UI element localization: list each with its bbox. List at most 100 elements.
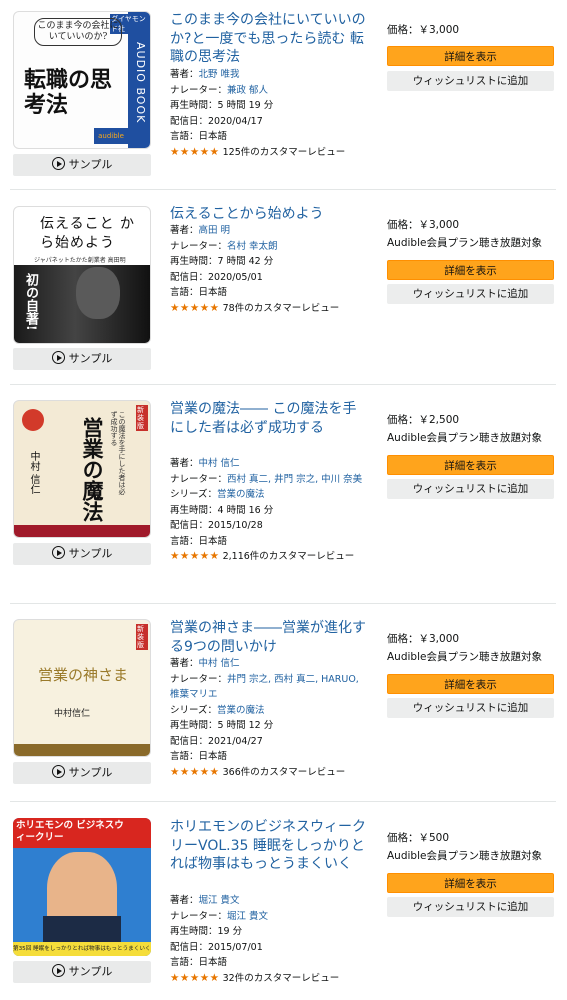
detail-button[interactable]: 詳細を表示 [387, 674, 554, 694]
runtime: 5 時間 12 分 [217, 720, 274, 731]
divider [10, 603, 556, 604]
cover-sub-text: この魔法を手にした者は必ず成功する [110, 411, 126, 495]
series-prefix: シリーズ： [170, 489, 218, 500]
play-icon [51, 964, 65, 977]
sample-button[interactable]: サンプル [13, 762, 151, 784]
book-meta: 著者：堀江 貴文 ナレーター：堀江 貴文 再生時間：19 分 配信日：2015/… [170, 893, 368, 986]
narrator-link[interactable]: 西村 真二, 井門 宗之, 中川 奈美 [227, 474, 362, 485]
cover-main-text: 営業の神さま [37, 666, 128, 684]
language-prefix: 言語： [170, 131, 199, 142]
release-date: 2020/05/01 [208, 271, 263, 283]
detail-button[interactable]: 詳細を表示 [387, 260, 554, 280]
price-value: ￥3,000 [418, 219, 460, 231]
play-icon [51, 765, 65, 778]
book-title[interactable]: 営業の魔法―― この魔法を手にした者は必ず成功する [170, 400, 366, 437]
runtime-prefix: 再生時間： [170, 926, 218, 937]
narrator-prefix: ナレーター： [170, 673, 228, 685]
book-meta: 著者：中村 信仁 ナレーター：西村 真二, 井門 宗之, 中川 奈美 シリーズ：… [170, 456, 368, 565]
star-rating-icon[interactable]: ★★★★★ [170, 302, 220, 314]
series-link[interactable]: 営業の魔法 [217, 489, 265, 500]
cover-sub-text: ジャパネットたかた創業者 高田明 [34, 257, 126, 264]
play-icon [51, 157, 65, 170]
narrator-link[interactable]: 名村 幸太朗 [227, 241, 278, 252]
language: 日本語 [198, 751, 228, 762]
price-value: ￥3,000 [418, 24, 460, 36]
review-count[interactable]: 78件のカスタマーレビュー [223, 303, 340, 314]
narrator-link[interactable]: 兼政 郁人 [227, 85, 268, 96]
price-prefix: 価格： [387, 219, 419, 231]
star-rating-icon[interactable]: ★★★★★ [170, 146, 220, 158]
author-link[interactable]: 中村 信仁 [199, 658, 240, 669]
runtime-prefix: 再生時間： [170, 504, 218, 516]
membership-note: Audible会員プラン聴き放題対象 [387, 651, 542, 663]
price: 価格：￥3,000 [387, 217, 459, 232]
detail-button[interactable]: 詳細を表示 [387, 455, 554, 475]
star-rating-icon[interactable]: ★★★★★ [170, 972, 220, 984]
wishlist-button[interactable]: ウィッシュリストに追加 [387, 284, 554, 304]
book-cover[interactable]: 新装版 営業の魔法 この魔法を手にした者は必ず成功する 中村 信仁 [13, 400, 151, 538]
runtime: 19 分 [217, 926, 243, 937]
book-cover[interactable]: 伝えること から始めよう ジャパネットたかた創業者 高田明 初の自著! [13, 206, 151, 344]
language: 日本語 [198, 535, 228, 547]
detail-button[interactable]: 詳細を表示 [387, 46, 554, 66]
narrator-link[interactable]: 堀江 貴文 [227, 911, 268, 922]
cover-author: 中村 信仁 [28, 451, 39, 495]
sample-label: サンプル [68, 766, 113, 779]
book-title[interactable]: 営業の神さま――営業が進化する9つの問いかけ [170, 619, 366, 656]
release-prefix: 配信日： [170, 115, 209, 127]
detail-button[interactable]: 詳細を表示 [387, 873, 554, 893]
book-meta: 著者：高田 明 ナレーター：名村 幸太朗 再生時間：7 時間 42 分 配信日：… [170, 223, 368, 316]
wishlist-button[interactable]: ウィッシュリストに追加 [387, 71, 554, 91]
release-prefix: 配信日： [170, 520, 209, 531]
membership-note: Audible会員プラン聴き放題対象 [387, 237, 542, 249]
cover-top-text: このまま今の会社にいていいのか? [34, 18, 122, 46]
author-prefix: 著者： [170, 658, 199, 669]
star-rating-icon[interactable]: ★★★★★ [170, 550, 220, 562]
book-title[interactable]: このまま今の会社にいていいのか?と一度でも思ったら読む 転職の思考法 [170, 11, 366, 67]
language-prefix: 言語： [170, 751, 199, 762]
price-value: ￥500 [418, 832, 450, 844]
wishlist-button[interactable]: ウィッシュリストに追加 [387, 698, 554, 718]
series-link[interactable]: 営業の魔法 [217, 705, 265, 716]
author-prefix: 著者： [170, 225, 199, 236]
runtime-prefix: 再生時間： [170, 256, 218, 267]
author-prefix: 著者： [170, 458, 199, 469]
divider [10, 384, 556, 385]
sample-label: サンプル [68, 965, 113, 978]
book-title[interactable]: ホリエモンのビジネスウィークリーVOL.35 睡眠をしっかりとれば物事はもっとう… [170, 818, 366, 874]
author-link[interactable]: 堀江 貴文 [199, 895, 240, 906]
sample-label: サンプル [68, 158, 113, 171]
divider [10, 189, 556, 190]
wishlist-button[interactable]: ウィッシュリストに追加 [387, 479, 554, 499]
price-prefix: 価格： [387, 414, 419, 426]
membership-note: Audible会員プラン聴き放題対象 [387, 850, 542, 862]
author-link[interactable]: 高田 明 [199, 225, 231, 236]
review-count[interactable]: 2,116件のカスタマーレビュー [223, 551, 355, 562]
language: 日本語 [198, 957, 228, 968]
runtime: 4 時間 16 分 [217, 504, 274, 516]
sample-button[interactable]: サンプル [13, 543, 151, 565]
book-cover[interactable]: 新装版 営業の神さま 中村信仁 [13, 619, 151, 757]
language: 日本語 [198, 131, 228, 142]
sample-button[interactable]: サンプル [13, 348, 151, 370]
membership-note: Audible会員プラン聴き放題対象 [387, 432, 542, 444]
play-icon [51, 351, 65, 364]
sample-button[interactable]: サンプル [13, 154, 151, 176]
language-prefix: 言語： [170, 957, 199, 968]
book-cover[interactable]: AUDIO BOOK ダイヤモンド社 このまま今の会社にいていいのか? 転職の思… [13, 11, 151, 149]
release-prefix: 配信日： [170, 735, 209, 747]
author-link[interactable]: 中村 信仁 [199, 458, 240, 469]
book-cover[interactable]: ホリエモンの ビジネスウィークリー 第35回 睡眠をしっかりとれば物事はもっとう… [13, 818, 151, 956]
author-link[interactable]: 北野 唯我 [199, 69, 240, 80]
runtime-prefix: 再生時間： [170, 720, 218, 731]
review-count[interactable]: 366件のカスタマーレビュー [223, 767, 346, 778]
price: 価格：￥3,000 [387, 22, 459, 37]
wishlist-button[interactable]: ウィッシュリストに追加 [387, 897, 554, 917]
cover-bottom-text: 第35回 睡眠をしっかりとれば物事はもっとうまくいく [13, 942, 151, 956]
star-rating-icon[interactable]: ★★★★★ [170, 766, 220, 778]
book-title[interactable]: 伝えることから始めよう [170, 205, 366, 224]
sample-button[interactable]: サンプル [13, 961, 151, 983]
price-prefix: 価格： [387, 832, 419, 844]
review-count[interactable]: 32件のカスタマーレビュー [223, 973, 340, 984]
review-count[interactable]: 125件のカスタマーレビュー [223, 147, 346, 158]
